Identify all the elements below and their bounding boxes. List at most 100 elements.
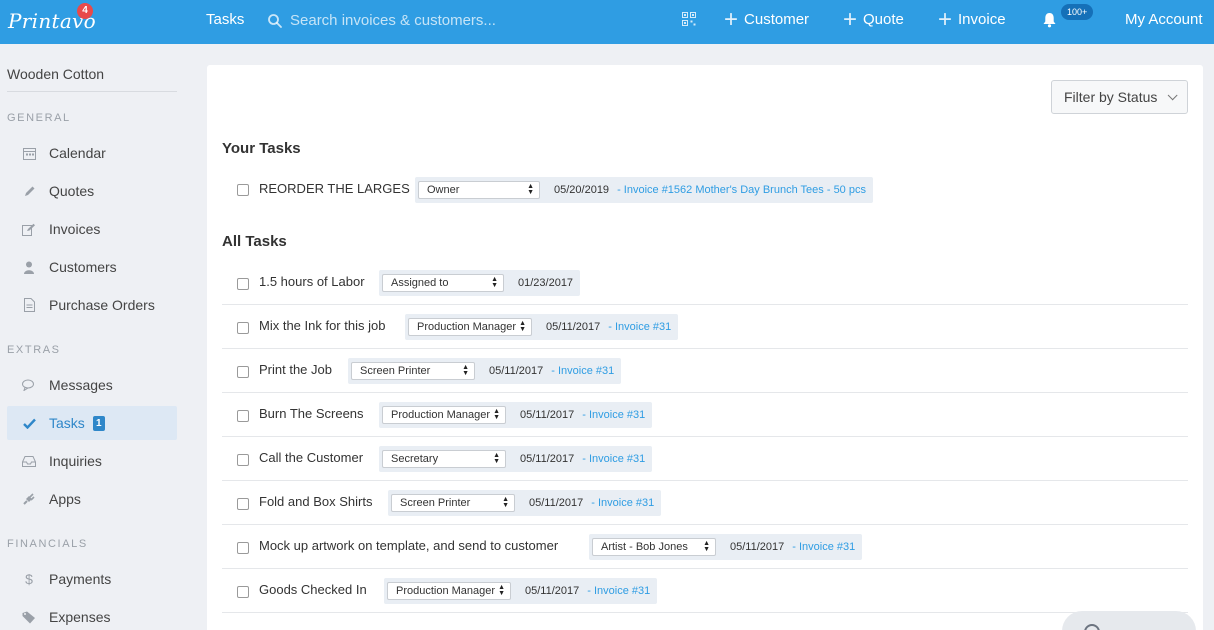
assignee-select[interactable]: Production Manager ▲ ▼ <box>387 582 511 600</box>
task-title: Print the Job <box>259 362 332 377</box>
assignee-select[interactable]: Artist - Bob Jones ▲ ▼ <box>592 538 716 556</box>
task-checkbox[interactable] <box>237 454 249 466</box>
task-meta: Secretary ▲ ▼ 05/11/2017 - Invoice #31 <box>379 446 653 472</box>
invoice-link[interactable]: - Invoice #1562 Mother's Day Brunch Tees… <box>617 184 866 196</box>
assignee-select[interactable]: Secretary ▲ ▼ <box>382 450 506 468</box>
invoice-link[interactable]: - Invoice #31 <box>792 541 855 553</box>
sidebar-item-label: Invoices <box>49 221 101 237</box>
task-title: Goods Checked In <box>259 582 367 597</box>
task-title: Burn The Screens <box>259 406 364 421</box>
task-date: 01/23/2017 <box>518 277 574 289</box>
invoice-link[interactable]: - Invoice #31 <box>551 365 614 377</box>
task-date: 05/11/2017 <box>546 321 601 333</box>
task-checkbox[interactable] <box>237 184 249 196</box>
assignee-select[interactable]: Screen Printer ▲ ▼ <box>351 362 475 380</box>
sidebar-item-payments[interactable]: $ Payments <box>7 562 177 596</box>
task-date: 05/11/2017 <box>489 365 544 377</box>
invoice-link[interactable]: - Invoice #31 <box>587 585 650 597</box>
tasks-panel: Filter by Status Your Tasks REORDER THE … <box>207 65 1203 630</box>
sidebar-item-label: Customers <box>49 259 117 275</box>
task-date: 05/11/2017 <box>520 409 575 421</box>
company-name: Wooden Cotton <box>7 66 105 82</box>
task-row: Print the Job Screen Printer ▲ ▼ 05/11/201… <box>222 349 1188 393</box>
invoice-link[interactable]: - Invoice #31 <box>582 453 645 465</box>
sidebar-item-tasks[interactable]: Tasks 1 <box>7 406 177 440</box>
select-arrows-icon: ▲ ▼ <box>462 364 469 377</box>
tag-icon <box>21 609 37 625</box>
new-customer-button[interactable]: + Customer <box>724 5 809 33</box>
sidebar-item-label: Purchase Orders <box>49 297 155 313</box>
sidebar-item-customers[interactable]: Customers <box>7 250 177 284</box>
section-general: GENERAL <box>7 112 71 124</box>
sidebar-item-expenses[interactable]: Expenses <box>7 600 177 630</box>
bell-icon[interactable] <box>1042 12 1057 28</box>
filter-by-status-button[interactable]: Filter by Status <box>1051 80 1188 114</box>
task-date: 05/11/2017 <box>525 585 580 597</box>
select-arrows-icon: ▲ ▼ <box>493 452 500 465</box>
document-icon <box>21 297 37 313</box>
task-meta: Owner ▲ ▼ 05/20/2019 - Invoice #1562 Mothe… <box>415 177 873 203</box>
sidebar-item-inquiries[interactable]: Inquiries <box>7 444 177 478</box>
sidebar-item-label: Payments <box>49 571 112 587</box>
task-row: REORDER THE LARGES Owner ▲ ▼ 05/20/2019 - … <box>222 167 1188 211</box>
tasks-count-badge: 1 <box>92 415 105 431</box>
plus-icon: + <box>724 5 739 33</box>
select-arrows-icon: ▲ ▼ <box>491 276 498 289</box>
search-input[interactable] <box>290 8 650 32</box>
support-chat-button[interactable] <box>1062 611 1196 630</box>
task-date: 05/11/2017 <box>730 541 785 553</box>
task-checkbox[interactable] <box>237 542 249 554</box>
check-icon <box>21 415 37 431</box>
task-title: REORDER THE LARGES <box>259 181 410 196</box>
new-invoice-button[interactable]: + Invoice <box>938 7 1006 31</box>
qr-code-icon[interactable] <box>682 12 696 26</box>
task-checkbox[interactable] <box>237 278 249 290</box>
task-title: Mock up artwork on template, and send to… <box>259 538 559 553</box>
assignee-select[interactable]: Production Manager ▲ ▼ <box>408 318 532 336</box>
task-checkbox[interactable] <box>237 366 249 378</box>
task-checkbox[interactable] <box>237 410 249 422</box>
invoice-link[interactable]: - Invoice #31 <box>608 321 671 333</box>
plus-icon: + <box>843 5 858 33</box>
my-account-menu[interactable]: My Account <box>1125 11 1203 28</box>
task-title: Mix the Ink for this job <box>259 318 386 333</box>
sidebar-item-label: Inquiries <box>49 453 102 469</box>
task-row: 1.5 hours of Labor Assigned to ▲ ▼ 01/23/2… <box>222 261 1188 305</box>
new-quote-button[interactable]: + Quote <box>843 5 904 33</box>
assignee-select[interactable]: Assigned to ▲ ▼ <box>382 274 504 292</box>
task-title: Fold and Box Shirts <box>259 494 373 509</box>
pencil-icon <box>21 183 37 199</box>
task-date: 05/20/2019 <box>554 184 610 196</box>
task-checkbox[interactable] <box>237 498 249 510</box>
your-tasks-heading: Your Tasks <box>222 140 301 157</box>
invoice-link[interactable]: - Invoice #31 <box>582 409 645 421</box>
sidebar-item-invoices[interactable]: Invoices <box>7 212 177 246</box>
sidebar-item-messages[interactable]: Messages <box>7 368 177 402</box>
sidebar-item-calendar[interactable]: Calendar <box>7 136 177 170</box>
select-arrows-icon: ▲ ▼ <box>703 540 710 553</box>
all-tasks-heading: All Tasks <box>222 233 287 250</box>
sidebar-item-label: Calendar <box>49 145 106 161</box>
assignee-select[interactable]: Owner ▲ ▼ <box>418 181 540 199</box>
sidebar-item-label: Apps <box>49 491 81 507</box>
task-checkbox[interactable] <box>237 586 249 598</box>
edit-icon <box>21 221 37 237</box>
chevron-down-icon <box>1168 89 1178 100</box>
dollar-icon: $ <box>25 571 33 587</box>
assignee-select[interactable]: Production Manager ▲ ▼ <box>382 406 506 424</box>
task-row: Goods Checked In Production Manager ▲ ▼ 05… <box>222 569 1188 613</box>
invoice-link[interactable]: - Invoice #31 <box>591 497 654 509</box>
section-financials: FINANCIALS <box>7 538 88 550</box>
task-checkbox[interactable] <box>237 322 249 334</box>
inbox-icon <box>21 453 37 469</box>
assignee-select[interactable]: Screen Printer ▲ ▼ <box>391 494 515 512</box>
task-row: Mock up artwork on template, and send to… <box>222 525 1188 569</box>
chat-icon <box>21 377 37 393</box>
sidebar-item-label: Quotes <box>49 183 95 199</box>
nav-tasks-link[interactable]: Tasks <box>206 11 244 28</box>
sidebar-item-label: Expenses <box>49 609 111 625</box>
select-arrows-icon: ▲ ▼ <box>519 320 526 333</box>
sidebar-item-quotes[interactable]: Quotes <box>7 174 177 208</box>
sidebar-item-apps[interactable]: Apps <box>7 482 177 516</box>
sidebar-item-purchase-orders[interactable]: Purchase Orders <box>7 288 177 322</box>
